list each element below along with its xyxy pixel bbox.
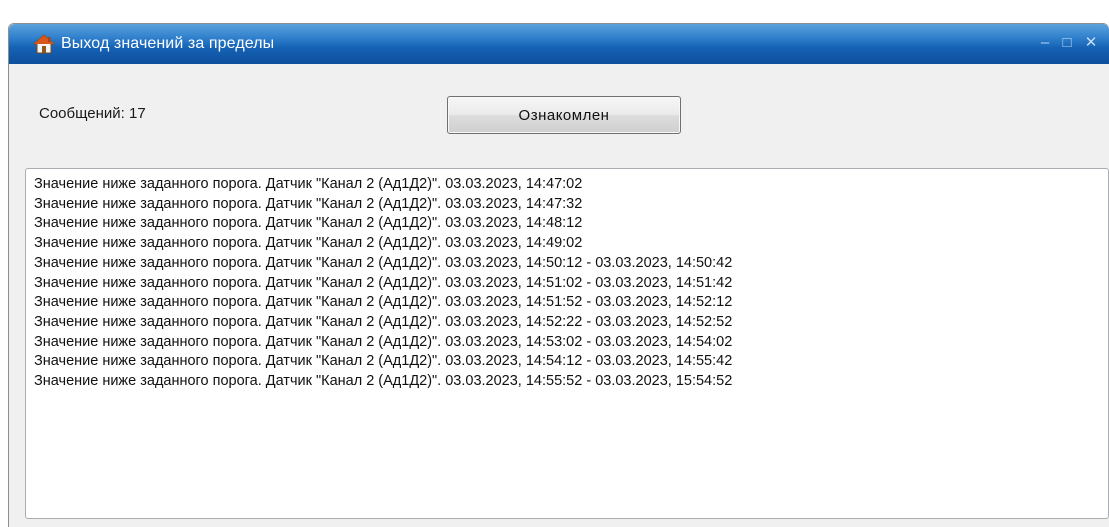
message-line[interactable]: Значение ниже заданного порога. Датчик "… [34, 333, 1100, 353]
message-line[interactable]: Значение ниже заданного порога. Датчик "… [34, 175, 1100, 195]
message-line[interactable]: Значение ниже заданного порога. Датчик "… [34, 352, 1100, 372]
acknowledge-button[interactable]: Ознакомлен [447, 96, 681, 134]
message-line[interactable]: Значение ниже заданного порога. Датчик "… [34, 293, 1100, 313]
message-line[interactable]: Значение ниже заданного порога. Датчик "… [34, 214, 1100, 234]
close-button[interactable]: ✕ [1083, 35, 1099, 51]
home-icon [33, 34, 55, 54]
message-line[interactable]: Значение ниже заданного порога. Датчик "… [34, 313, 1100, 333]
message-line[interactable]: Значение ниже заданного порога. Датчик "… [34, 254, 1100, 274]
window-title: Выход значений за пределы [61, 35, 275, 52]
alert-window: Выход значений за пределы – □ ✕ Сообщени… [8, 23, 1109, 527]
message-line[interactable]: Значение ниже заданного порога. Датчик "… [34, 372, 1100, 392]
message-line[interactable]: Значение ниже заданного порога. Датчик "… [34, 195, 1100, 215]
message-count-label: Сообщений: 17 [39, 105, 146, 122]
minimize-button[interactable]: – [1037, 35, 1053, 51]
messages-list[interactable]: Значение ниже заданного порога. Датчик "… [25, 168, 1109, 519]
message-line[interactable]: Значение ниже заданного порога. Датчик "… [34, 274, 1100, 294]
title-bar[interactable]: Выход значений за пределы – □ ✕ [9, 24, 1109, 64]
maximize-button[interactable]: □ [1059, 35, 1075, 51]
message-line[interactable]: Значение ниже заданного порога. Датчик "… [34, 234, 1100, 254]
